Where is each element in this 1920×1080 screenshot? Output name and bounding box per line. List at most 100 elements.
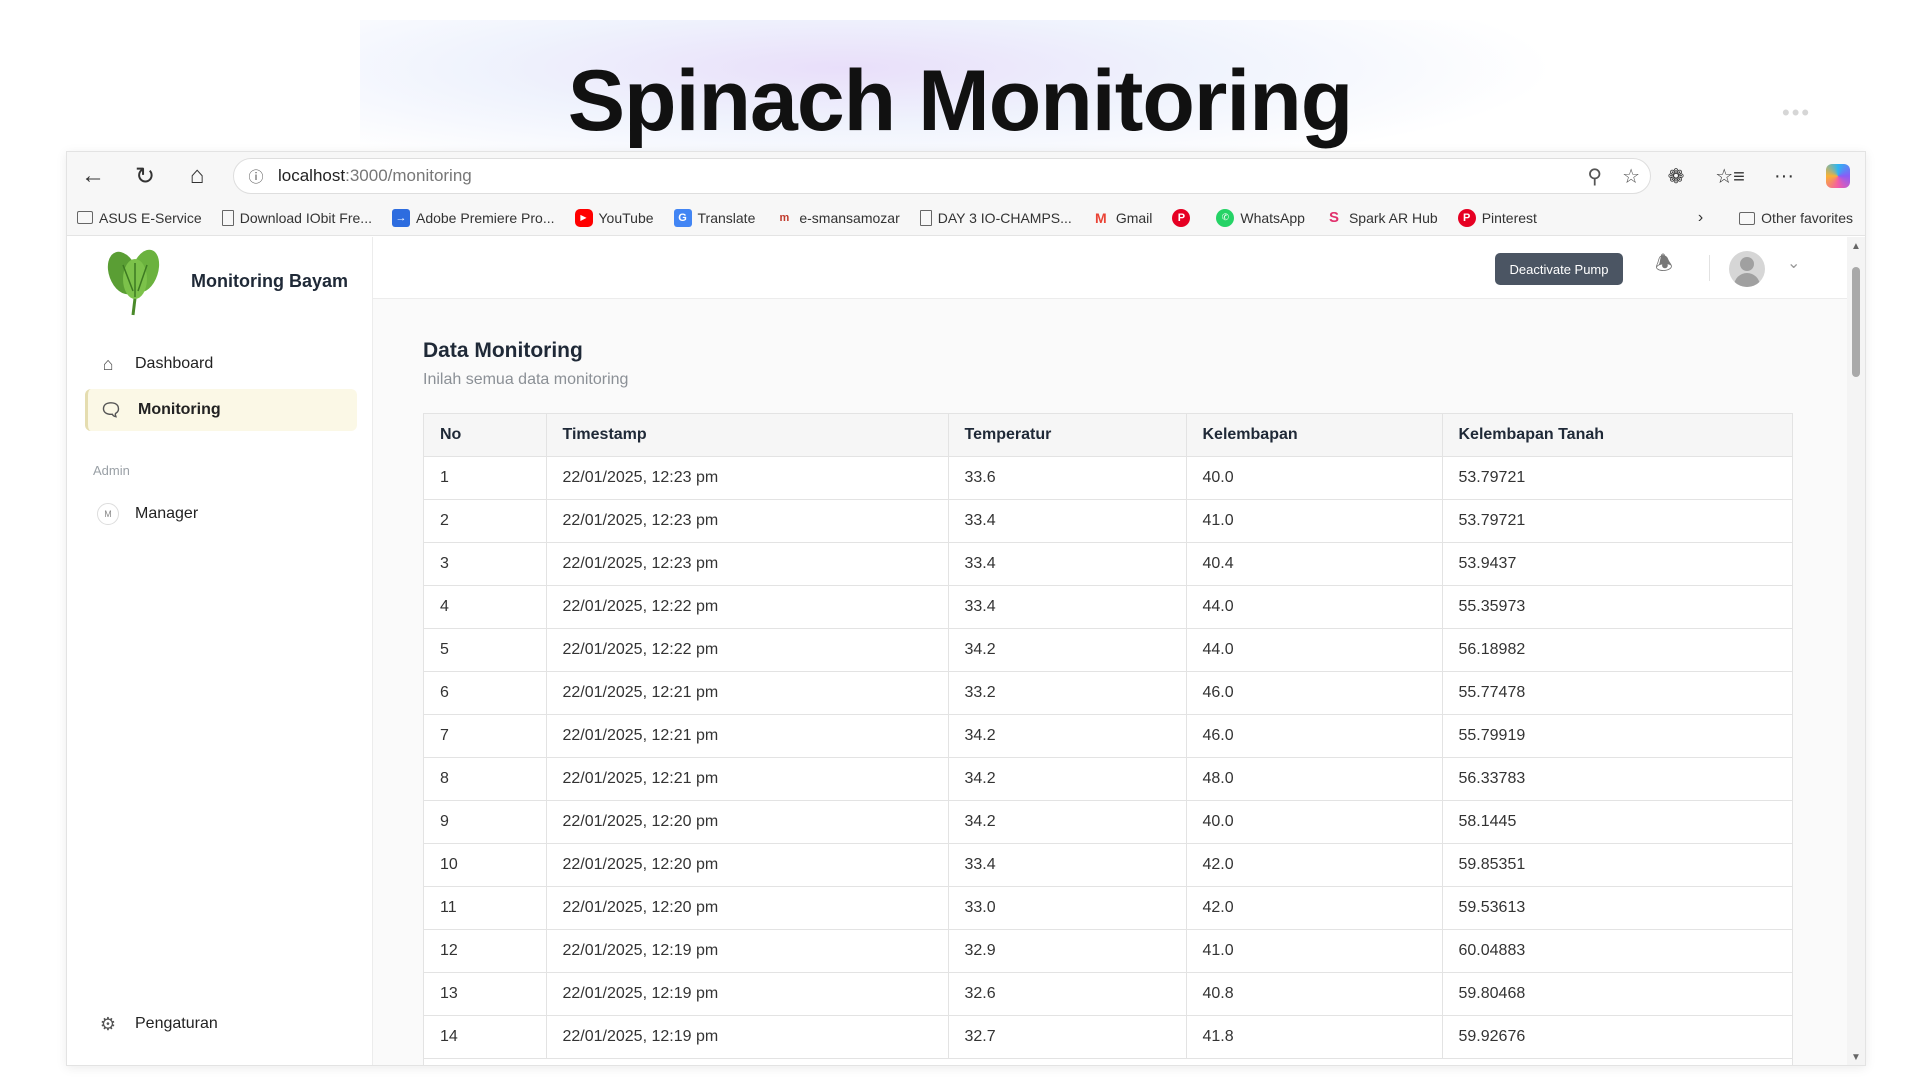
data-table: No Timestamp Temperatur Kelembapan Kelem…: [424, 414, 1792, 1059]
column-header: Kelembapan: [1186, 414, 1443, 457]
bookmark-spark-ar[interactable]: S Spark AR Hub: [1325, 209, 1438, 227]
table-header-row: No Timestamp Temperatur Kelembapan Kelem…: [424, 414, 1792, 457]
chat-icon: 🗨: [99, 399, 123, 420]
site-info-icon[interactable]: ⓘ: [234, 166, 278, 187]
zoom-icon[interactable]: ⚲: [1587, 164, 1602, 189]
bookmark-other-favorites[interactable]: Other favorites: [1739, 210, 1853, 226]
table-cell: 22/01/2025, 12:20 pm: [546, 886, 949, 930]
web-app: Monitoring Bayam ⌂ Dashboard 🗨 Monitorin…: [67, 237, 1865, 1065]
table-row: 14 22/01/2025, 12:19 pm 32.7 41.8 59.92676: [424, 1015, 1792, 1059]
table-cell: 7: [424, 714, 547, 758]
table-cell: 34.2: [948, 757, 1187, 801]
bookmark-whatsapp[interactable]: ✆ WhatsApp: [1216, 208, 1305, 227]
favorites-icon[interactable]: ☆≡: [1703, 152, 1757, 200]
table-cell: 60.04883: [1442, 929, 1792, 973]
table-row: 1 22/01/2025, 12:23 pm 33.6 40.0 53.79721: [424, 456, 1792, 500]
bookmark-translate[interactable]: G Translate: [673, 208, 755, 227]
url-text[interactable]: localhost:3000/monitoring: [278, 166, 472, 186]
chevron-right-icon[interactable]: ›: [1698, 209, 1703, 227]
table-row: 4 22/01/2025, 12:22 pm 33.4 44.0 55.35973: [424, 585, 1792, 629]
translate-icon: G: [673, 208, 692, 227]
table-cell: 33.6: [948, 456, 1187, 500]
bookmark-pinterest-icon-only[interactable]: P: [1172, 208, 1196, 227]
menu-dots-icon[interactable]: ···: [1757, 152, 1811, 200]
deactivate-pump-button[interactable]: Deactivate Pump: [1495, 253, 1623, 285]
sidebar-item-settings[interactable]: ⚙ Pengaturan: [85, 1003, 357, 1045]
column-header: Timestamp: [546, 414, 949, 457]
table-row: 5 22/01/2025, 12:22 pm 34.2 44.0 56.18982: [424, 628, 1792, 672]
table-cell: 22/01/2025, 12:22 pm: [546, 628, 949, 672]
table-row: 2 22/01/2025, 12:23 pm 33.4 41.0 53.79721: [424, 499, 1792, 543]
table-cell: 22/01/2025, 12:21 pm: [546, 671, 949, 715]
sidebar-item-monitoring[interactable]: 🗨 Monitoring: [85, 389, 357, 431]
browser-window: ← ↻ ⌂ ⓘ localhost:3000/monitoring ⚲ ☆ ❁ …: [66, 151, 1866, 1066]
table-cell: 11: [424, 886, 547, 930]
table-cell: 59.92676: [1442, 1015, 1792, 1059]
data-table-container[interactable]: No Timestamp Temperatur Kelembapan Kelem…: [423, 413, 1793, 1065]
column-header: Kelembapan Tanah: [1442, 414, 1792, 457]
back-icon[interactable]: ←: [67, 152, 119, 200]
table-row: 6 22/01/2025, 12:21 pm 33.2 46.0 55.77478: [424, 671, 1792, 715]
scrollbar-thumb[interactable]: [1852, 267, 1860, 377]
sidebar: Monitoring Bayam ⌂ Dashboard 🗨 Monitorin…: [67, 237, 373, 1065]
bookmark-youtube[interactable]: ▶ YouTube: [574, 208, 654, 227]
table-cell: 12: [424, 929, 547, 973]
table-cell: 41.0: [1186, 929, 1443, 973]
scroll-down-icon[interactable]: ▼: [1851, 1052, 1861, 1063]
page-icon: [919, 209, 932, 226]
address-bar[interactable]: ⓘ localhost:3000/monitoring ⚲ ☆: [233, 158, 1651, 194]
avatar[interactable]: [1729, 251, 1765, 287]
bookmark-gmail[interactable]: M Gmail: [1092, 209, 1152, 227]
sidebar-item-label: Dashboard: [135, 355, 214, 372]
table-cell: 34.2: [948, 800, 1187, 844]
scrollbar[interactable]: ▲ ▼: [1847, 237, 1865, 1065]
spinach-logo-icon: [107, 249, 160, 316]
table-cell: 33.4: [948, 585, 1187, 629]
table-row: 12 22/01/2025, 12:19 pm 32.9 41.0 60.04883: [424, 929, 1792, 973]
table-cell: 22/01/2025, 12:23 pm: [546, 456, 949, 500]
pinterest-icon: P: [1457, 208, 1476, 227]
bell-icon[interactable]: 🕭: [1649, 251, 1679, 281]
table-cell: 22/01/2025, 12:21 pm: [546, 714, 949, 758]
bookmark-esmansa[interactable]: m e-smansamozar: [775, 209, 899, 227]
sidebar-item-dashboard[interactable]: ⌂ Dashboard: [85, 343, 357, 385]
reload-icon[interactable]: ↻: [119, 152, 171, 200]
table-cell: 40.4: [1186, 542, 1443, 586]
copilot-icon[interactable]: [1811, 152, 1865, 200]
bookmark-pinterest[interactable]: P Pinterest: [1457, 208, 1537, 227]
table-cell: 40.0: [1186, 800, 1443, 844]
table-cell: 34.2: [948, 628, 1187, 672]
table-row: 11 22/01/2025, 12:20 pm 33.0 42.0 59.53613: [424, 886, 1792, 930]
table-cell: 55.77478: [1442, 671, 1792, 715]
table-cell: 42.0: [1186, 843, 1443, 887]
slide-title: Spinach Monitoring: [567, 53, 1354, 149]
bookmark-premiere[interactable]: → Adobe Premiere Pro...: [391, 208, 555, 227]
bookmark-asus[interactable]: ASUS E-Service: [77, 210, 202, 226]
table-row: 3 22/01/2025, 12:23 pm 33.4 40.4 53.9437: [424, 542, 1792, 586]
table-row: 7 22/01/2025, 12:21 pm 34.2 46.0 55.79919: [424, 714, 1792, 758]
home-icon[interactable]: ⌂: [171, 152, 223, 200]
manager-badge: M: [97, 503, 119, 525]
extensions-icon[interactable]: ❁: [1649, 152, 1703, 200]
sidebar-item-manager[interactable]: M Manager: [85, 493, 357, 535]
table-cell: 4: [424, 585, 547, 629]
favorite-star-icon[interactable]: ☆: [1622, 164, 1640, 189]
chevron-down-icon[interactable]: ⌄: [1787, 253, 1800, 273]
table-row: 8 22/01/2025, 12:21 pm 34.2 48.0 56.33783: [424, 757, 1792, 801]
bookmark-iobit[interactable]: Download IObit Fre...: [221, 209, 372, 226]
table-cell: 41.0: [1186, 499, 1443, 543]
table-cell: 44.0: [1186, 628, 1443, 672]
bookmark-iochamps[interactable]: DAY 3 IO-CHAMPS...: [919, 209, 1072, 226]
sidebar-section-admin: Admin: [93, 463, 130, 478]
table-cell: 22/01/2025, 12:23 pm: [546, 542, 949, 586]
table-cell: 46.0: [1186, 671, 1443, 715]
scroll-up-icon[interactable]: ▲: [1851, 241, 1861, 252]
table-row: 13 22/01/2025, 12:19 pm 32.6 40.8 59.80468: [424, 972, 1792, 1016]
table-cell: 55.79919: [1442, 714, 1792, 758]
table-cell: 22/01/2025, 12:19 pm: [546, 972, 949, 1016]
pinterest-icon: P: [1172, 208, 1191, 227]
table-cell: 33.2: [948, 671, 1187, 715]
table-cell: 55.35973: [1442, 585, 1792, 629]
table-cell: 42.0: [1186, 886, 1443, 930]
table-cell: 32.7: [948, 1015, 1187, 1059]
